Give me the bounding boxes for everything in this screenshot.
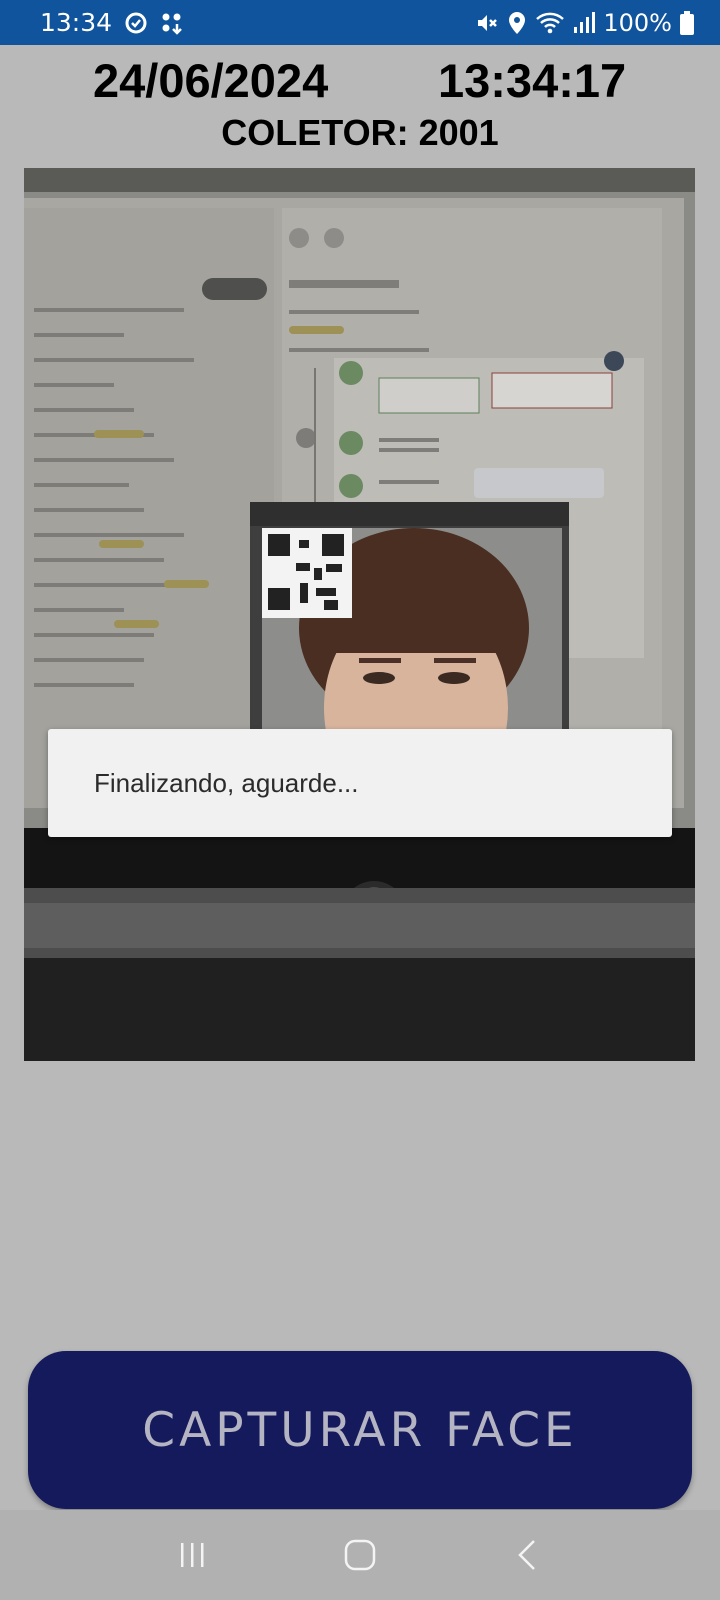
recent-apps-icon [178, 1540, 208, 1570]
capture-face-button[interactable]: CAPTURAR FACE [28, 1351, 692, 1509]
home-button[interactable] [320, 1525, 400, 1585]
camera-frame-image [24, 168, 695, 1061]
progress-message: Finalizando, aguarde... [94, 767, 359, 798]
current-time: 13:34:17 [438, 53, 627, 107]
status-right: 100% [475, 9, 694, 37]
status-left: 13:34 [40, 8, 184, 37]
home-icon [343, 1538, 377, 1572]
signal-icon [573, 11, 596, 35]
location-icon [507, 11, 527, 35]
progress-dialog: Finalizando, aguarde... [48, 729, 672, 837]
apps-icon [160, 11, 184, 35]
recent-apps-button[interactable] [153, 1525, 233, 1585]
status-bar: 13:34 100% [0, 0, 720, 45]
wifi-icon [535, 11, 565, 35]
camera-preview [24, 168, 695, 1061]
capture-face-label: CAPTURAR FACE [142, 1402, 578, 1458]
collector-label: COLETOR: 2001 [221, 112, 499, 153]
current-date: 24/06/2024 [93, 53, 329, 107]
battery-icon [680, 10, 694, 35]
tracking-icon [124, 11, 148, 35]
status-time: 13:34 [40, 8, 113, 37]
back-icon [515, 1538, 539, 1572]
navigation-bar [0, 1510, 720, 1600]
datetime-row: 24/06/2024 13:34:17 [0, 52, 720, 108]
mute-icon [475, 11, 499, 35]
battery-level: 100% [603, 8, 672, 37]
back-button[interactable] [487, 1525, 567, 1585]
